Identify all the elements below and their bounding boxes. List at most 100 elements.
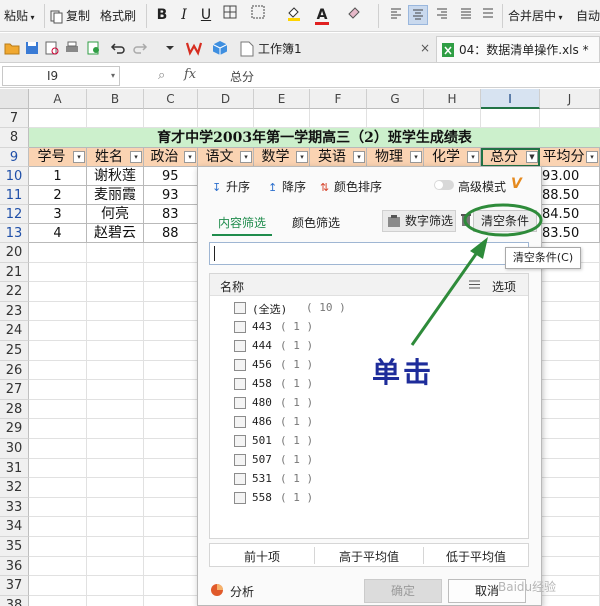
fill-color-button[interactable]: [284, 5, 304, 25]
header-cell[interactable]: 语文 ▾: [198, 148, 254, 167]
export-pdf-icon[interactable]: [86, 40, 102, 56]
checkbox[interactable]: [234, 340, 246, 352]
filter-dropdown-icon[interactable]: ▾: [353, 151, 365, 163]
header-cell[interactable]: 数学 ▾: [254, 148, 310, 167]
checkbox[interactable]: [234, 321, 246, 333]
open-folder-icon[interactable]: [4, 40, 20, 56]
column-header-i[interactable]: I: [481, 89, 540, 109]
column-header-e[interactable]: E: [254, 89, 310, 109]
close-tab-icon[interactable]: ×: [420, 41, 430, 55]
checkbox[interactable]: [234, 378, 246, 390]
row-header-21[interactable]: 21: [0, 262, 29, 283]
column-header-b[interactable]: B: [87, 89, 144, 109]
print-icon[interactable]: [64, 40, 80, 56]
table-title[interactable]: 育才中学2003年第一学期高三（2）班学生成绩表: [29, 128, 600, 148]
header-cell[interactable]: 总分 ▼: [481, 148, 540, 167]
distribute-button[interactable]: [478, 5, 498, 25]
table-cell[interactable]: 95: [144, 167, 198, 186]
row-header-13[interactable]: 13: [0, 224, 29, 243]
underline-button[interactable]: U: [196, 5, 216, 25]
row-header-10[interactable]: 10: [0, 167, 29, 186]
header-cell[interactable]: 姓名 ▾: [87, 148, 144, 167]
header-cell[interactable]: 学号 ▾: [29, 148, 87, 167]
analysis-button[interactable]: 分析: [230, 583, 254, 600]
tab-workbook[interactable]: 工作簿1: [236, 36, 436, 62]
formula-input[interactable]: 总分: [230, 68, 254, 85]
list-item[interactable]: 558 ( 1 ): [210, 489, 528, 508]
sort-by-color-button[interactable]: ⇅ 颜色排序: [320, 178, 382, 195]
row-header-31[interactable]: 31: [0, 458, 29, 479]
checkbox[interactable]: [234, 416, 246, 428]
align-left-button[interactable]: [386, 5, 406, 25]
sort-descending-button[interactable]: ↥ 降序: [268, 178, 306, 195]
row-header-38[interactable]: 38: [0, 595, 29, 606]
list-item[interactable]: 458 ( 1 ): [210, 375, 528, 394]
number-filter-button[interactable]: 数字筛选: [382, 210, 456, 232]
header-cell[interactable]: 政治 ▾: [144, 148, 198, 167]
table-cell[interactable]: 麦丽霞: [87, 186, 144, 205]
table-cell[interactable]: 84.50: [540, 205, 600, 224]
row-header-30[interactable]: 30: [0, 439, 29, 459]
row-header-20[interactable]: 20: [0, 243, 29, 263]
italic-button[interactable]: I: [174, 5, 194, 25]
row-header-28[interactable]: 28: [0, 399, 29, 420]
column-header-a[interactable]: A: [29, 89, 87, 109]
wps-logo-icon[interactable]: [186, 40, 202, 56]
checkbox[interactable]: [234, 302, 246, 314]
print-preview-icon[interactable]: [44, 40, 60, 56]
filter-active-icon[interactable]: ▼: [526, 151, 538, 163]
row-header-7[interactable]: 7: [0, 109, 29, 128]
checkbox[interactable]: [234, 435, 246, 447]
row-header-37[interactable]: 37: [0, 576, 29, 596]
list-item[interactable]: 480 ( 1 ): [210, 394, 528, 413]
checkbox[interactable]: [234, 397, 246, 409]
table-cell[interactable]: 93: [144, 186, 198, 205]
name-box[interactable]: I9 ▾: [2, 66, 120, 86]
row-header-25[interactable]: 25: [0, 341, 29, 361]
tab-file[interactable]: 04：数据清单操作.xls *: [436, 36, 600, 62]
row-header-36[interactable]: 36: [0, 556, 29, 577]
save-icon[interactable]: [24, 40, 40, 56]
column-header-h[interactable]: H: [424, 89, 481, 109]
table-cell[interactable]: 88: [144, 224, 198, 243]
cell-style-button[interactable]: [248, 5, 268, 25]
magnifier-icon[interactable]: ⌕: [158, 68, 165, 83]
row-header-27[interactable]: 27: [0, 380, 29, 400]
below-average-button[interactable]: 低于平均值: [424, 548, 528, 565]
header-cell[interactable]: 平均分 ▾: [540, 148, 600, 167]
checkbox[interactable]: [234, 473, 246, 485]
header-cell[interactable]: 物理 ▾: [367, 148, 424, 167]
row-header-12[interactable]: 12: [0, 205, 29, 224]
list-item[interactable]: 456 ( 1 ): [210, 356, 528, 375]
table-cell[interactable]: 3: [29, 205, 87, 224]
list-item[interactable]: 507 ( 1 ): [210, 451, 528, 470]
row-header-9[interactable]: 9: [0, 148, 29, 167]
clear-format-button[interactable]: [344, 5, 364, 25]
list-item-select-all[interactable]: (全选) ( 10 ): [210, 299, 528, 318]
justify-button[interactable]: [456, 5, 476, 25]
tab-content-filter[interactable]: 内容筛选: [218, 214, 266, 231]
align-right-button[interactable]: [432, 5, 452, 25]
column-header-g[interactable]: G: [367, 89, 424, 109]
filter-dropdown-icon[interactable]: ▾: [184, 151, 196, 163]
advanced-mode-toggle[interactable]: [434, 180, 454, 190]
above-average-button[interactable]: 高于平均值: [315, 548, 423, 565]
paste-button[interactable]: 粘贴 ▾: [4, 6, 35, 26]
table-cell[interactable]: 谢秋莲: [87, 167, 144, 186]
row-header-34[interactable]: 34: [0, 517, 29, 537]
function-button[interactable]: fx: [184, 67, 196, 82]
header-cell[interactable]: 化学 ▾: [424, 148, 481, 167]
row-header-26[interactable]: 26: [0, 360, 29, 381]
checkbox[interactable]: [234, 359, 246, 371]
row-header-29[interactable]: 29: [0, 419, 29, 439]
list-item[interactable]: 444 ( 1 ): [210, 337, 528, 356]
column-header-d[interactable]: D: [198, 89, 254, 109]
list-item[interactable]: 443 ( 1 ): [210, 318, 528, 337]
chevron-down-icon[interactable]: [162, 40, 178, 56]
table-cell[interactable]: 4: [29, 224, 87, 243]
filter-dropdown-icon[interactable]: ▾: [296, 151, 308, 163]
row-header-23[interactable]: 23: [0, 301, 29, 322]
options-menu-icon[interactable]: [469, 280, 480, 289]
filter-dropdown-icon[interactable]: ▾: [467, 151, 479, 163]
header-cell[interactable]: 英语 ▾: [310, 148, 367, 167]
